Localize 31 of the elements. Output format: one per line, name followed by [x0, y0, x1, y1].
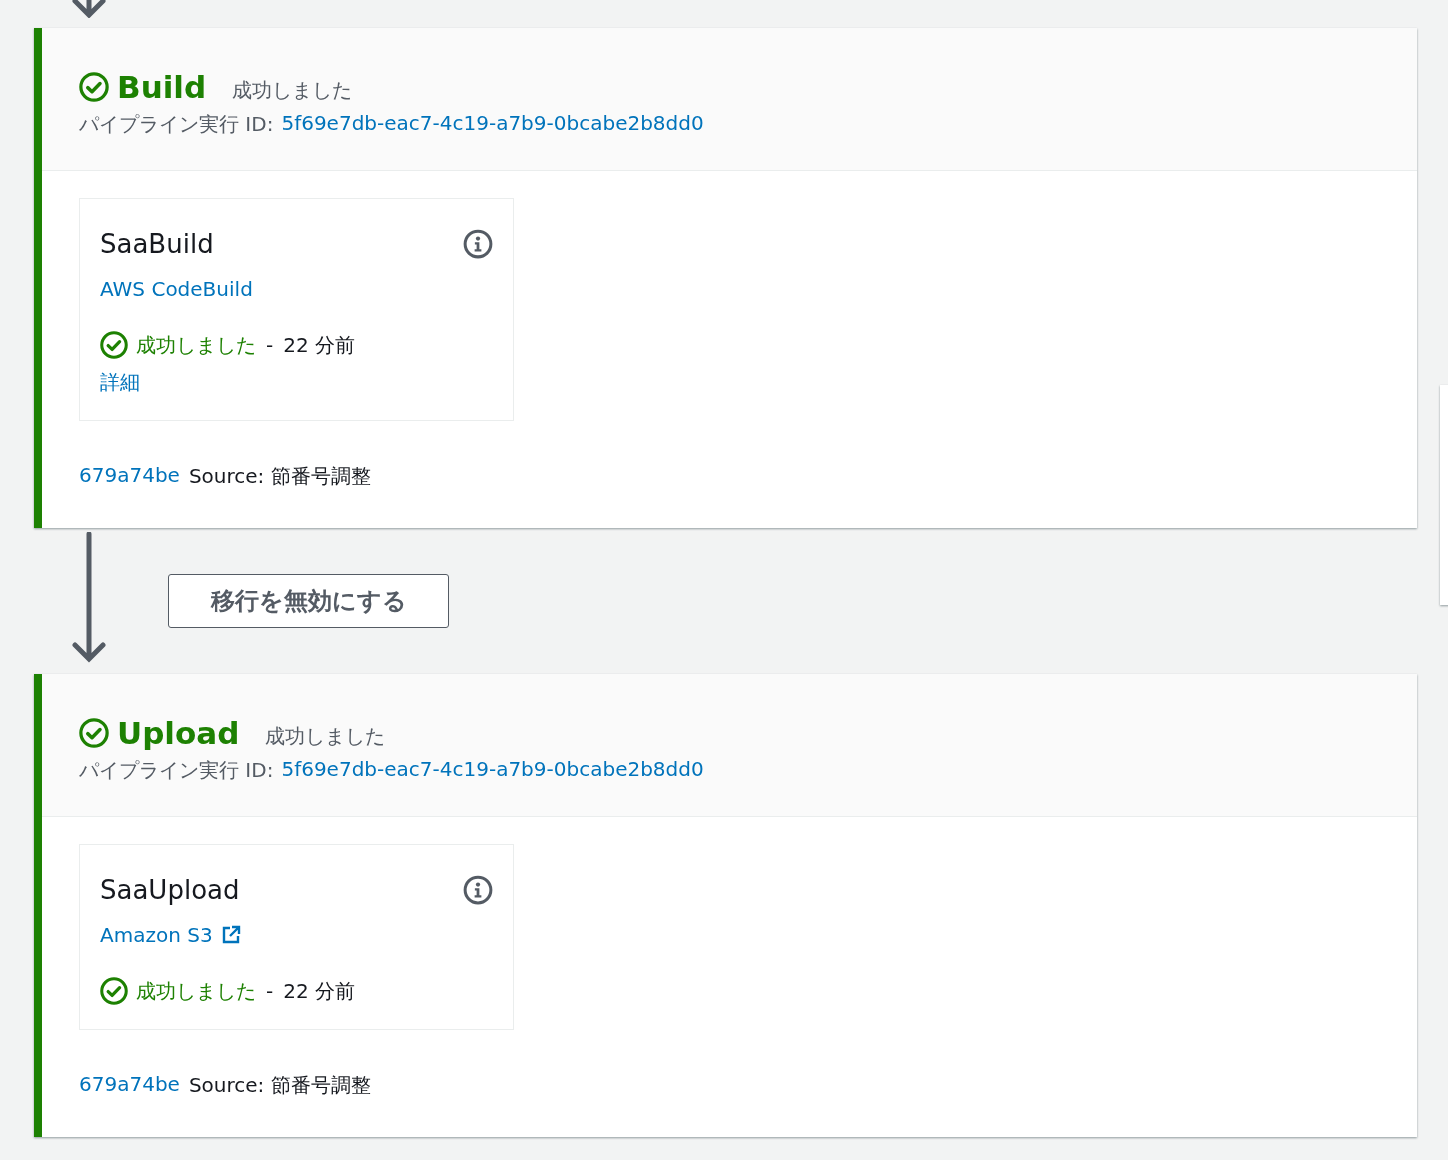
provider-link[interactable]: Amazon S3	[100, 923, 241, 947]
action-status: 成功しました	[136, 331, 256, 359]
action-name: SaaUpload	[100, 875, 240, 905]
execution-id-link[interactable]: 5f69e7db-eac7-4c19-a7b9-0bcabe2b8dd0	[281, 757, 704, 784]
info-icon	[463, 875, 493, 905]
execution-label: パイプライン実行 ID:	[79, 111, 274, 138]
info-icon	[463, 229, 493, 259]
elapsed-time: 22 分前	[283, 331, 356, 359]
execution-label: パイプライン実行 ID:	[79, 757, 274, 784]
separator: -	[266, 333, 274, 357]
action-status: 成功しました	[136, 977, 256, 1005]
elapsed-time: 22 分前	[283, 977, 356, 1005]
stage-title: Upload	[117, 714, 240, 753]
stage-status: 成功しました	[265, 722, 386, 750]
commit-message: Source: 節番号調整	[188, 463, 371, 490]
stage-status: 成功しました	[232, 76, 353, 104]
details-link[interactable]: 詳細	[100, 369, 140, 396]
success-check-icon	[79, 718, 109, 748]
commit-message: Source: 節番号調整	[188, 1072, 371, 1099]
provider-link[interactable]: AWS CodeBuild	[100, 277, 253, 301]
commit-id-link[interactable]: 679a74be	[79, 1072, 180, 1099]
success-check-icon	[79, 72, 109, 102]
separator: -	[266, 979, 274, 1003]
down-arrow	[69, 0, 109, 18]
success-check-icon	[100, 331, 128, 359]
execution-id-link[interactable]: 5f69e7db-eac7-4c19-a7b9-0bcabe2b8dd0	[281, 111, 704, 138]
action-name: SaaBuild	[100, 229, 214, 259]
commit-id-link[interactable]: 679a74be	[79, 463, 180, 490]
success-check-icon	[100, 977, 128, 1005]
disable-transition-button[interactable]: 移行を無効にする	[168, 574, 449, 628]
stage-title: Build	[117, 68, 207, 107]
